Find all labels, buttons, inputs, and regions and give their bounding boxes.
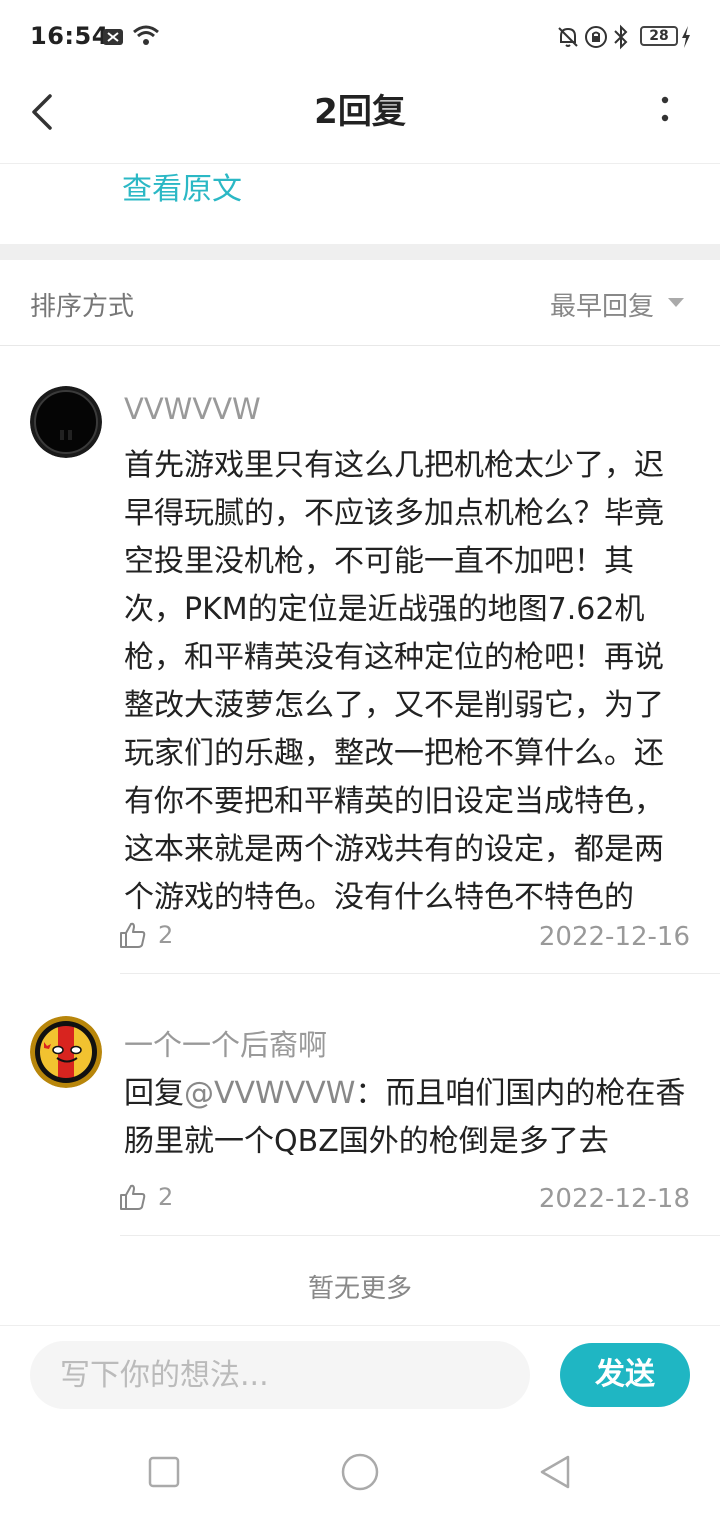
- comment-username[interactable]: 一个一个后裔啊: [124, 1022, 327, 1064]
- thumbs-up-icon: [120, 1184, 146, 1210]
- back-nav-icon[interactable]: [538, 1454, 572, 1490]
- comment-content: 回复@VVWVVW：而且咱们国内的枪在香肠里就一个QBZ国外的枪倒是多了去: [124, 1070, 690, 1166]
- dropdown-arrow-icon[interactable]: [668, 298, 684, 307]
- comment-date: 2022-12-16: [538, 922, 690, 952]
- system-nav-bar: [0, 1430, 720, 1520]
- bluetooth-icon: [614, 24, 628, 50]
- like-count: 2: [158, 921, 174, 949]
- like-button[interactable]: 2: [118, 920, 173, 950]
- like-count: 2: [158, 1183, 174, 1211]
- no-more-label: 暂无更多: [307, 1274, 412, 1304]
- battery-indicator: 28: [640, 26, 678, 46]
- comment-date: 2022-12-18: [538, 1184, 690, 1214]
- comment-username[interactable]: VVWVVW: [124, 392, 261, 426]
- thumbs-up-icon: [120, 922, 146, 948]
- status-bar: 16:54 28: [0, 0, 720, 72]
- like-button[interactable]: 2: [118, 1182, 173, 1212]
- recent-apps-icon[interactable]: [148, 1456, 180, 1488]
- lock-rotation-icon: [585, 26, 607, 48]
- section-separator: [0, 244, 720, 260]
- sort-label: 排序方式: [30, 292, 135, 322]
- view-original-link[interactable]: 查看原文: [122, 164, 242, 208]
- more-options-icon[interactable]: [650, 88, 680, 132]
- avatar[interactable]: [30, 1016, 102, 1088]
- sort-dropdown[interactable]: 最早回复: [550, 286, 654, 323]
- send-button[interactable]: 发送: [560, 1343, 690, 1407]
- notification-icon: [103, 29, 123, 45]
- mute-bell-icon: [558, 27, 578, 47]
- reply-mention-link[interactable]: @VVWVVW: [184, 1076, 355, 1111]
- back-arrow-icon[interactable]: [22, 90, 66, 134]
- charging-icon: [682, 26, 690, 48]
- reply-prefix: 回复: [124, 1076, 184, 1111]
- avatar[interactable]: [30, 386, 102, 458]
- comment-input[interactable]: [30, 1341, 530, 1409]
- comment-divider: [120, 973, 720, 974]
- home-icon[interactable]: [340, 1452, 380, 1492]
- comment-content: 首先游戏里只有这么几把机枪太少了，迟早得玩腻的，不应该多加点机枪么？毕竟空投里没…: [124, 448, 664, 915]
- status-time: 16:54: [30, 22, 109, 50]
- comment-divider: [120, 1235, 720, 1236]
- wifi-icon: [133, 25, 159, 45]
- page-title: 2回复: [314, 92, 406, 132]
